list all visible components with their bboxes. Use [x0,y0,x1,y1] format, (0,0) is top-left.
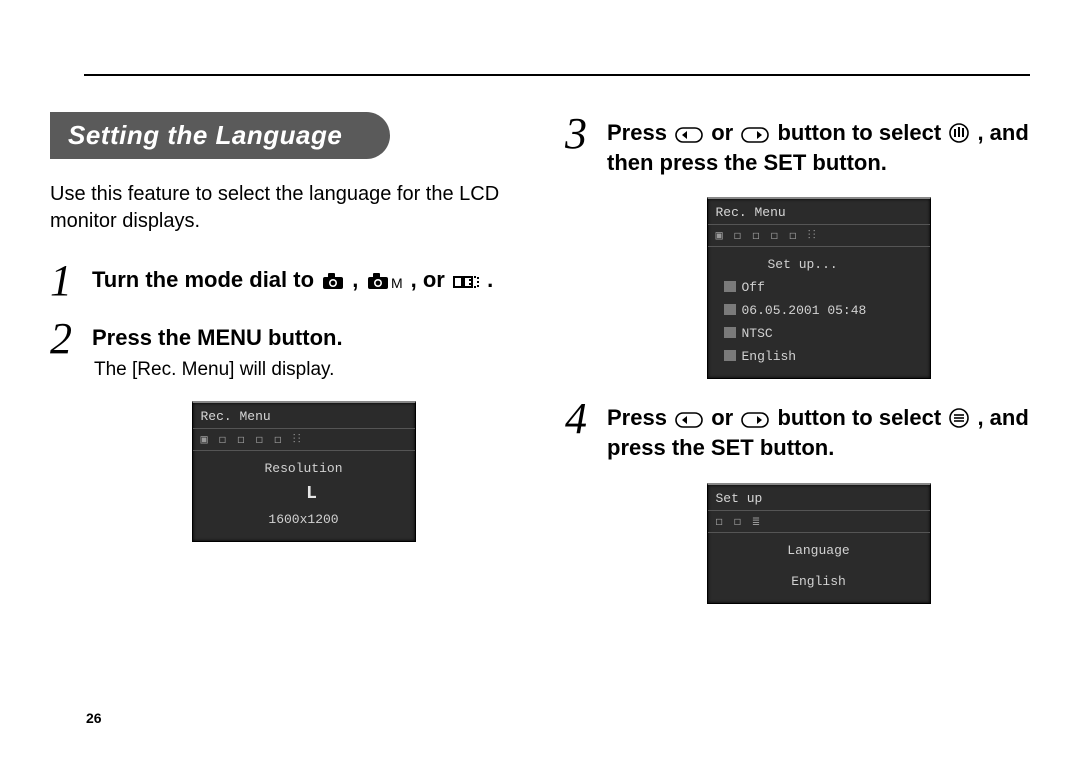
lcd-row-label: Resolution [193,457,415,480]
step-text: Turn the mode dial to , M , or . [92,265,515,295]
lcd-body: Language English [708,533,930,595]
text-fragment: or [711,405,739,430]
step-note: The [Rec. Menu] will display. [94,359,515,381]
lcd-row-text: 06.05.2001 05:48 [742,303,867,318]
setup-tools-icon [949,123,969,143]
step-2: 2 Press the MENU button. The [Rec. Menu]… [50,317,515,542]
left-arrow-button-icon [675,127,703,143]
two-column-layout: Setting the Language Use this feature to… [50,112,1030,618]
lcd-row-text: Off [742,280,765,295]
lcd-tabs: ▣ ◻ ◻ ◻ ◻ ⫶⫶ [708,225,930,247]
lcd-title: Rec. Menu [193,407,415,429]
lcd-screen: Set up ◻ ◻ ≣ Language English [707,483,931,604]
manual-page: Setting the Language Use this feature to… [0,0,1080,766]
lcd-row-text: English [742,349,797,364]
language-menu-icon [949,408,969,428]
lcd-row-value-sub: 1600x1200 [193,508,415,531]
lcd-spacer [708,562,930,570]
text-fragment: button to select [777,120,947,145]
intro-text: Use this feature to select the language … [50,181,515,235]
text-fragment: Turn the mode dial to [92,267,320,292]
page-number: 26 [86,710,102,726]
step-text: Press or button to select , and pres [607,403,1030,462]
svg-text:M: M [391,275,403,290]
step-text: Press the MENU button. [92,323,515,353]
step-1: 1 Turn the mode dial to , M , or [50,259,515,303]
step-body: Press the MENU button. The [Rec. Menu] w… [92,317,515,542]
top-rule [84,74,1030,76]
lcd-row: English [708,345,930,368]
text-fragment: or [711,120,739,145]
right-arrow-button-icon [741,412,769,428]
step-number: 1 [50,259,92,303]
text-fragment: , [352,267,364,292]
lcd-row-value: English [708,570,930,593]
left-column: Setting the Language Use this feature to… [50,112,515,618]
lcd-title: Set up [708,489,930,511]
step-4: 4 Press or button to select [565,397,1030,603]
lcd-screenshot-3: Set up ◻ ◻ ≣ Language English [607,483,1030,604]
lcd-row: 06.05.2001 05:48 [708,299,930,322]
step-3: 3 Press or button to select [565,112,1030,379]
step-body: Turn the mode dial to , M , or . [92,259,515,295]
lcd-heading-row: Set up... [708,253,930,276]
menu-glyph-icon [724,327,736,338]
text-fragment: Press [607,405,673,430]
menu-glyph-icon [724,281,736,292]
lcd-row: Off [708,276,930,299]
stitch-panorama-icon [453,274,479,290]
step-text: Press or button to select , and then [607,118,1030,177]
menu-glyph-icon [724,350,736,361]
text-fragment: button to select [777,405,947,430]
camera-icon [322,272,344,290]
step-body: Press or button to select , and pres [607,397,1030,603]
right-arrow-button-icon [741,127,769,143]
text-fragment: , or [411,267,451,292]
right-column: 3 Press or button to select [565,112,1030,618]
step-number: 4 [565,397,607,441]
lcd-row-value-big: L [193,480,415,508]
step-body: Press or button to select , and then [607,112,1030,379]
lcd-screen: Rec. Menu ▣ ◻ ◻ ◻ ◻ ⫶⫶ Set up... Off 06.… [707,197,931,379]
lcd-screenshot-2: Rec. Menu ▣ ◻ ◻ ◻ ◻ ⫶⫶ Set up... Off 06.… [607,197,1030,379]
lcd-screen: Rec. Menu ▣ ◻ ◻ ◻ ◻ ⫶⫶ Resolution L 1600… [192,401,416,542]
section-heading: Setting the Language [50,112,390,159]
lcd-row-text: NTSC [742,326,773,341]
step-number: 2 [50,317,92,361]
lcd-tabs: ◻ ◻ ≣ [708,511,930,533]
step-number: 3 [565,112,607,156]
text-fragment: . [487,267,493,292]
menu-glyph-icon [724,304,736,315]
lcd-body: Set up... Off 06.05.2001 05:48 NTSC Engl… [708,247,930,370]
lcd-row-label: Language [708,539,930,562]
lcd-title: Rec. Menu [708,203,930,225]
left-arrow-button-icon [675,412,703,428]
lcd-screenshot-1: Rec. Menu ▣ ◻ ◻ ◻ ◻ ⫶⫶ Resolution L 1600… [92,401,515,542]
text-fragment: Press [607,120,673,145]
lcd-body: Resolution L 1600x1200 [193,451,415,533]
camera-m-icon: M [367,272,403,290]
lcd-tabs: ▣ ◻ ◻ ◻ ◻ ⫶⫶ [193,429,415,451]
lcd-row: NTSC [708,322,930,345]
